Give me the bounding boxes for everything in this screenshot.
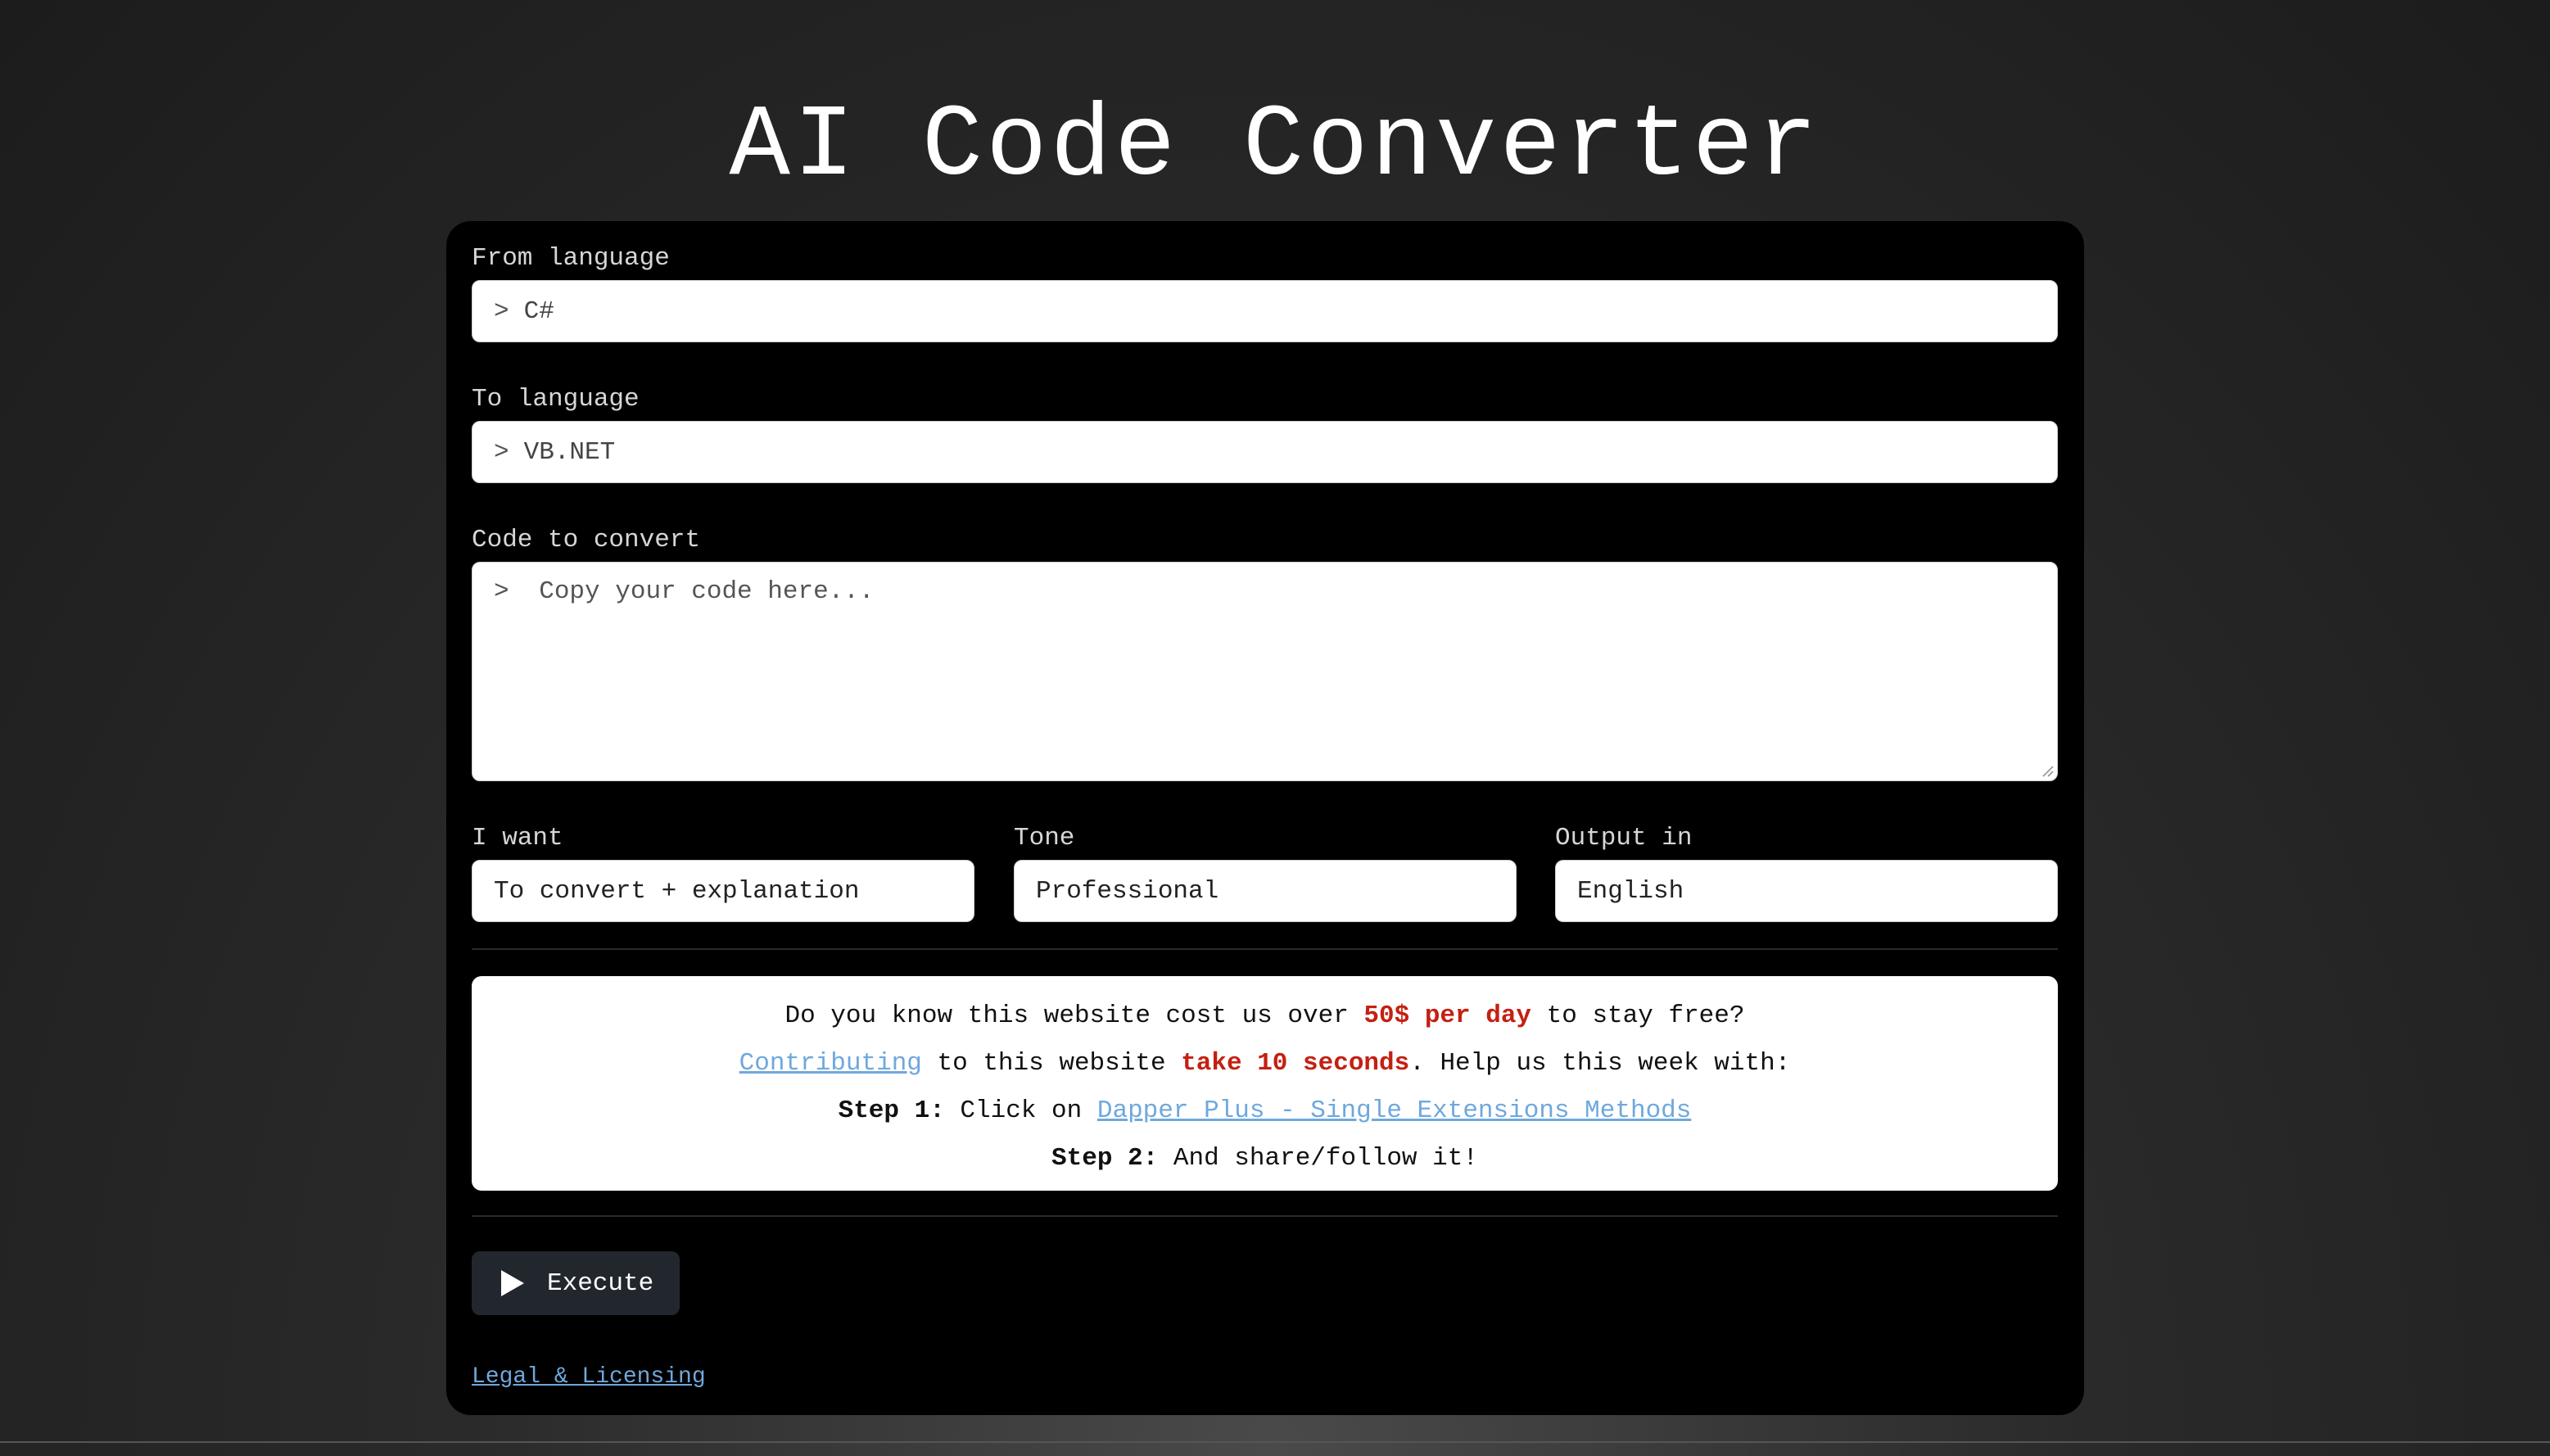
notice-text: Click on	[944, 1097, 1097, 1125]
play-icon	[501, 1270, 524, 1296]
output-in-label: Output in	[1555, 824, 1693, 852]
page-bottom-border	[0, 1441, 2550, 1443]
output-in-value: English	[1577, 876, 1684, 906]
notice-text: to stay free?	[1531, 1002, 1745, 1030]
code-textarea[interactable]: > Copy your code here...	[472, 562, 2058, 781]
prompt-caret: >	[494, 437, 509, 467]
to-language-input[interactable]: > VB.NET	[472, 421, 2058, 483]
dapper-plus-link[interactable]: Dapper Plus - Single Extensions Methods	[1097, 1097, 1692, 1125]
notice-line-step1: Step 1: Click on Dapper Plus - Single Ex…	[472, 1087, 2058, 1135]
cost-highlight: 50$ per day	[1363, 1002, 1532, 1030]
tone-value: Professional	[1036, 876, 1219, 906]
prompt-caret: >	[494, 577, 509, 606]
notice-text: Do you know this website cost us over	[784, 1002, 1364, 1030]
code-placeholder: Copy your code here...	[539, 577, 875, 606]
resize-grip-icon[interactable]	[2041, 764, 2054, 777]
to-language-label: To language	[472, 385, 640, 414]
converter-panel: From language > C# To language > VB.NET …	[446, 221, 2084, 1415]
legal-licensing-link[interactable]: Legal & Licensing	[472, 1364, 706, 1390]
tone-label: Tone	[1014, 824, 1075, 852]
divider	[472, 1215, 2058, 1217]
notice-text: . Help us this week with:	[1409, 1049, 1791, 1078]
to-language-value: VB.NET	[523, 437, 616, 467]
output-in-select[interactable]: English	[1555, 860, 2058, 922]
from-language-label: From language	[472, 244, 670, 273]
tone-select[interactable]: Professional	[1014, 860, 1517, 922]
i-want-select[interactable]: To convert + explanation	[472, 860, 974, 922]
notice-line-contribute: Contributing to this website take 10 sec…	[472, 1040, 2058, 1087]
notice-text: And share/follow it!	[1158, 1144, 1478, 1173]
notice-line-step2: Step 2: And share/follow it!	[472, 1135, 2058, 1182]
support-notice: Do you know this website cost us over 50…	[472, 976, 2058, 1191]
execute-button[interactable]: Execute	[472, 1251, 680, 1315]
step2-label: Step 2:	[1051, 1144, 1159, 1173]
divider	[472, 948, 2058, 950]
code-label: Code to convert	[472, 526, 701, 554]
contributing-link[interactable]: Contributing	[739, 1049, 922, 1078]
time-highlight: take 10 seconds	[1181, 1049, 1410, 1078]
from-language-input[interactable]: > C#	[472, 280, 2058, 342]
notice-text: to this website	[921, 1049, 1182, 1078]
prompt-caret: >	[494, 296, 509, 326]
execute-label: Execute	[547, 1268, 654, 1298]
from-language-value: C#	[523, 296, 554, 326]
page-title: AI Code Converter	[729, 90, 1821, 205]
notice-line-cost: Do you know this website cost us over 50…	[472, 993, 2058, 1040]
i-want-value: To convert + explanation	[494, 876, 860, 906]
i-want-label: I want	[472, 824, 563, 852]
step1-label: Step 1:	[838, 1097, 945, 1125]
